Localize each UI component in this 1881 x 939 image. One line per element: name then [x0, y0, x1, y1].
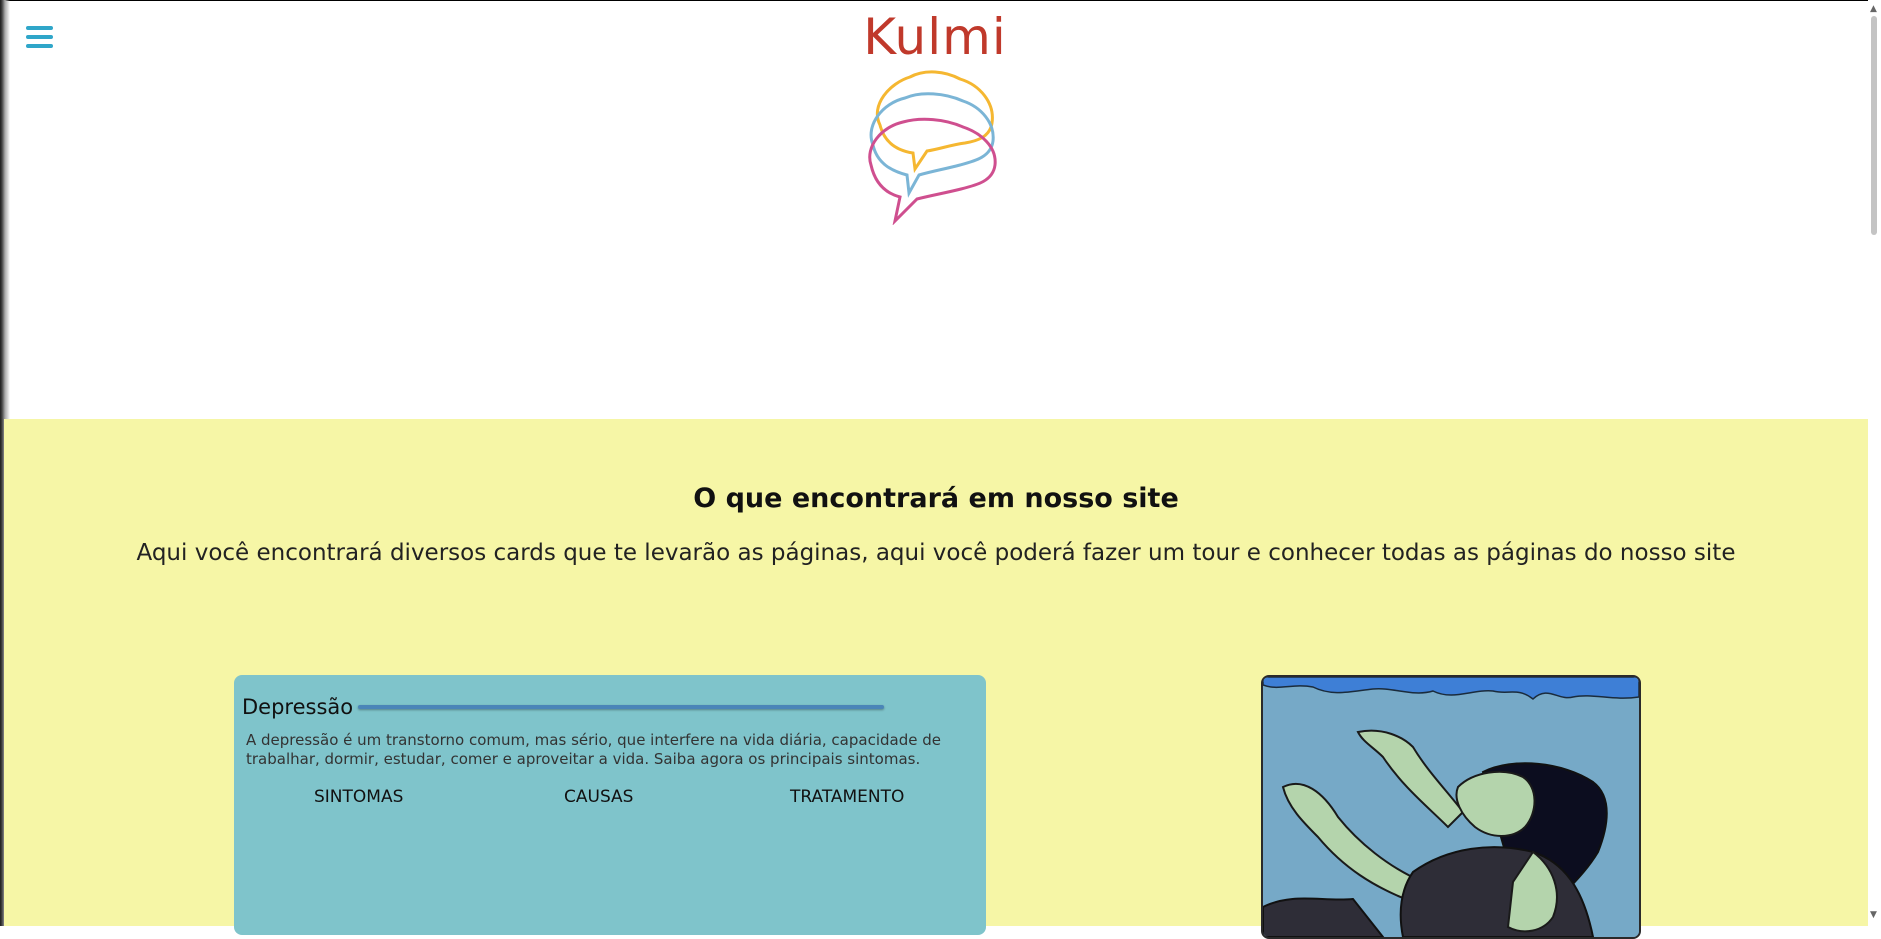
- window-top-border: [0, 0, 1881, 1]
- causes-link[interactable]: CAUSAS: [564, 787, 633, 807]
- scroll-down-icon[interactable]: ▼: [1870, 910, 1877, 920]
- card-description: A depressão é um transtorno comum, mas s…: [246, 731, 941, 768]
- scroll-up-icon[interactable]: ▲: [1870, 4, 1877, 14]
- card-title: Depressão: [242, 695, 354, 719]
- treatment-link[interactable]: TRATAMENTO: [790, 787, 904, 807]
- hero-title: O que encontrará em nosso site: [693, 483, 1179, 514]
- hero-subtitle: Aqui você encontrará diversos cards que …: [136, 540, 1736, 566]
- hero-section: O que encontrará em nosso site Aqui você…: [4, 419, 1868, 939]
- brain-speech-bubble-icon[interactable]: [855, 65, 1015, 225]
- woman-reaching-illustration: [1261, 675, 1641, 939]
- depression-card: Depressão A depressão é um transtorno co…: [234, 675, 986, 935]
- scrollbar-thumb[interactable]: [1871, 16, 1877, 235]
- card-title-divider: [358, 705, 884, 709]
- brand-title[interactable]: Kulmi: [0, 8, 1870, 66]
- symptoms-link[interactable]: SINTOMAS: [314, 787, 403, 807]
